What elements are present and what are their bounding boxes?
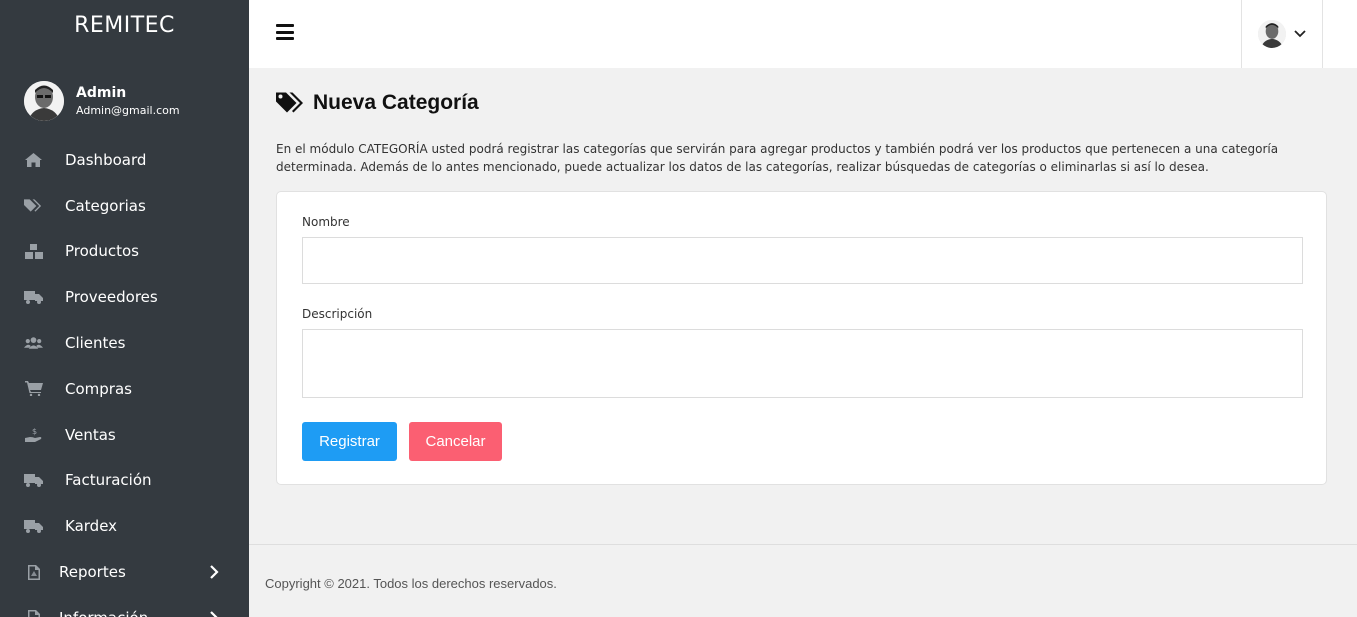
hand-dollar-icon: $ bbox=[24, 427, 43, 443]
home-icon bbox=[24, 152, 43, 168]
nombre-input[interactable] bbox=[302, 237, 1303, 284]
boxes-icon bbox=[24, 243, 43, 259]
page-description: En el módulo CATEGORÍA usted podrá regis… bbox=[276, 142, 1279, 174]
copyright-text: Copyright © 2021. Todos los derechos res… bbox=[265, 576, 557, 591]
nombre-label: Nombre bbox=[302, 215, 350, 229]
sidebar: REMITEC Admin Admin@gmail.com Dashboard bbox=[0, 0, 249, 617]
brand-logo[interactable]: REMITEC bbox=[0, 0, 249, 50]
descripcion-label: Descripción bbox=[302, 307, 373, 321]
sidebar-item-label: Reportes bbox=[59, 563, 126, 582]
menu-toggle-icon[interactable] bbox=[276, 24, 294, 40]
sidebar-item-dashboard[interactable]: Dashboard bbox=[0, 137, 249, 183]
truck-icon bbox=[24, 289, 43, 305]
file-pdf-icon bbox=[24, 564, 43, 580]
chevron-down-icon bbox=[1294, 30, 1306, 38]
truck-icon bbox=[24, 518, 43, 534]
sidebar-item-compras[interactable]: Compras bbox=[0, 366, 249, 412]
sidebar-item-label: Dashboard bbox=[65, 150, 147, 169]
chevron-right-icon bbox=[210, 565, 219, 579]
sidebar-user: Admin Admin@gmail.com bbox=[24, 81, 180, 121]
user-email: Admin@gmail.com bbox=[76, 104, 180, 117]
sidebar-item-categorias[interactable]: Categorias bbox=[0, 183, 249, 229]
sidebar-item-label: Kardex bbox=[65, 517, 118, 536]
truck-icon bbox=[24, 472, 43, 488]
avatar bbox=[24, 81, 64, 121]
sidebar-item-label: Clientes bbox=[65, 334, 126, 353]
sidebar-item-label: Productos bbox=[65, 242, 139, 261]
footer: Copyright © 2021. Todos los derechos res… bbox=[249, 544, 1357, 617]
user-name: Admin bbox=[76, 85, 127, 101]
sidebar-item-proveedores[interactable]: Proveedores bbox=[0, 274, 249, 320]
sidebar-item-label: Información bbox=[59, 609, 148, 617]
sidebar-item-reportes[interactable]: Reportes bbox=[0, 549, 249, 595]
chevron-right-icon bbox=[210, 611, 218, 617]
tags-icon bbox=[276, 92, 303, 113]
avatar bbox=[1258, 20, 1286, 48]
sidebar-item-label: Facturación bbox=[65, 471, 152, 490]
sidebar-item-clientes[interactable]: Clientes bbox=[0, 320, 249, 366]
sidebar-item-label: Categorias bbox=[65, 196, 146, 215]
users-icon bbox=[24, 335, 43, 351]
sidebar-menu: Dashboard Categorias Productos Proveedor… bbox=[0, 137, 249, 617]
user-menu-dropdown[interactable] bbox=[1241, 0, 1323, 68]
sidebar-item-ventas[interactable]: $ Ventas bbox=[0, 412, 249, 458]
tags-icon bbox=[24, 198, 43, 214]
cancel-button[interactable]: Cancelar bbox=[409, 422, 502, 461]
page-header: Nueva Categoría bbox=[276, 91, 479, 115]
svg-text:$: $ bbox=[32, 427, 37, 436]
cart-icon bbox=[24, 381, 43, 397]
topbar bbox=[249, 0, 1357, 68]
descripcion-textarea[interactable] bbox=[302, 329, 1303, 398]
sidebar-item-label: Compras bbox=[65, 379, 132, 398]
sidebar-item-label: Ventas bbox=[65, 425, 116, 444]
register-button[interactable]: Registrar bbox=[302, 422, 397, 461]
page-title: Nueva Categoría bbox=[313, 91, 479, 114]
sidebar-item-informacion[interactable]: Información bbox=[0, 595, 249, 617]
main-content: Nueva Categoría En el módulo CATEGORÍA u… bbox=[249, 68, 1357, 617]
sidebar-item-label: Proveedores bbox=[65, 288, 158, 307]
file-icon bbox=[24, 610, 43, 617]
sidebar-item-facturacion[interactable]: Facturación bbox=[0, 458, 249, 504]
sidebar-item-kardex[interactable]: Kardex bbox=[0, 503, 249, 549]
sidebar-item-productos[interactable]: Productos bbox=[0, 229, 249, 275]
category-form-card: Nombre Descripción Registrar Cancelar bbox=[276, 191, 1327, 485]
